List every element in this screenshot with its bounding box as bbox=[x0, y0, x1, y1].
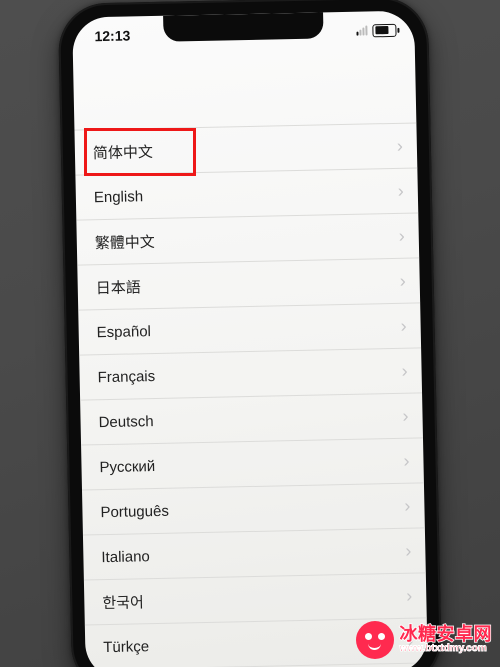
watermark-text: 冰糖安卓网 www.btxtdmy.com bbox=[400, 625, 493, 654]
watermark: 冰糖安卓网 www.btxtdmy.com bbox=[356, 621, 493, 659]
notch bbox=[163, 12, 324, 41]
watermark-site-name: 冰糖安卓网 bbox=[400, 625, 493, 644]
phone-frame: 12:13 简体中文 › English › bbox=[58, 0, 442, 667]
language-row-spanish[interactable]: Español › bbox=[78, 303, 421, 355]
clock: 12:13 bbox=[94, 27, 130, 44]
chevron-right-icon: › bbox=[401, 362, 407, 380]
status-right-cluster bbox=[356, 23, 396, 37]
language-label: Português bbox=[100, 502, 169, 520]
language-label: Français bbox=[97, 367, 155, 385]
language-row-korean[interactable]: 한국어 › bbox=[84, 573, 427, 625]
chevron-right-icon: › bbox=[398, 182, 404, 200]
watermark-site-url: www.btxtdmy.com bbox=[400, 644, 493, 655]
language-label: Deutsch bbox=[98, 413, 153, 431]
chevron-right-icon: › bbox=[402, 407, 408, 425]
language-row-traditional-chinese[interactable]: 繁體中文 › bbox=[76, 213, 419, 265]
language-row-simplified-chinese[interactable]: 简体中文 › bbox=[74, 123, 417, 175]
language-row-portuguese[interactable]: Português › bbox=[82, 483, 425, 535]
language-label: Español bbox=[97, 323, 152, 341]
chevron-right-icon: › bbox=[400, 317, 406, 335]
battery-icon bbox=[372, 23, 396, 36]
watermark-logo-icon bbox=[356, 621, 394, 659]
chevron-right-icon: › bbox=[399, 227, 405, 245]
language-label: English bbox=[94, 188, 144, 206]
chevron-right-icon: › bbox=[404, 497, 410, 515]
chevron-right-icon: › bbox=[400, 272, 406, 290]
language-label: 简体中文 bbox=[93, 140, 153, 162]
chevron-right-icon: › bbox=[397, 137, 403, 155]
language-label: 繁體中文 bbox=[95, 230, 155, 252]
language-row-german[interactable]: Deutsch › bbox=[80, 393, 423, 445]
language-row-russian[interactable]: Русский › bbox=[81, 438, 424, 490]
language-label: 日本語 bbox=[96, 276, 141, 298]
language-label: Italiano bbox=[101, 548, 150, 566]
language-label: Русский bbox=[99, 458, 155, 476]
header-spacer bbox=[73, 44, 417, 129]
chevron-right-icon: › bbox=[405, 542, 411, 560]
chevron-right-icon: › bbox=[406, 587, 412, 605]
language-row-french[interactable]: Français › bbox=[79, 348, 422, 400]
chevron-right-icon: › bbox=[403, 452, 409, 470]
language-row-english[interactable]: English › bbox=[75, 168, 418, 220]
language-label: Türkçe bbox=[103, 638, 149, 656]
language-list: 简体中文 › English › 繁體中文 › 日本語 › Español bbox=[74, 122, 427, 667]
cellular-signal-icon bbox=[356, 25, 367, 35]
language-row-italian[interactable]: Italiano › bbox=[83, 528, 426, 580]
language-row-japanese[interactable]: 日本語 › bbox=[77, 258, 420, 310]
phone-screen: 12:13 简体中文 › English › bbox=[72, 10, 428, 667]
language-label: 한국어 bbox=[102, 591, 144, 613]
photo-background: 12:13 简体中文 › English › bbox=[0, 0, 500, 667]
